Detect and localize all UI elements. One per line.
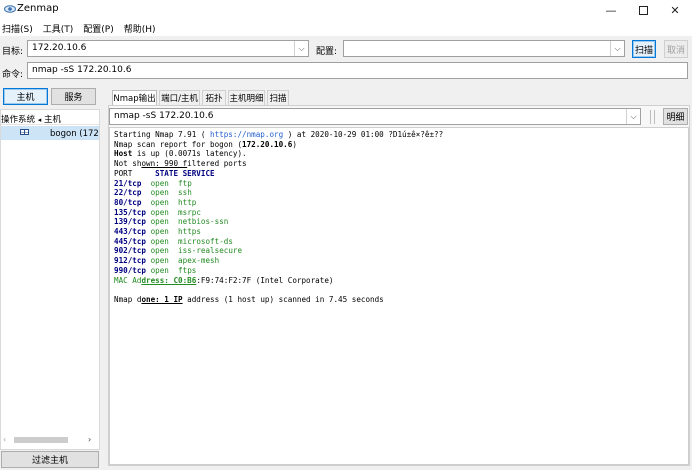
header-divider (1, 124, 99, 125)
profile-combo[interactable]: ⌵ (343, 40, 625, 57)
chevron-down-icon[interactable]: ⌵ (294, 41, 308, 56)
nmap-link[interactable]: https://nmap.org (210, 130, 283, 139)
chevron-down-icon[interactable]: ⌵ (610, 41, 624, 56)
output-line: MAC Address: C0:B6:F9:74:F2:7F (Intel Co… (114, 275, 334, 285)
cancel-button[interactable]: 取消 (664, 40, 688, 58)
port-row: 443/tcp open https (114, 227, 201, 237)
scan-button[interactable]: 扫描 (632, 40, 656, 58)
host-list-panel (0, 109, 100, 450)
command-value: nmap -sS 172.20.10.6 (32, 65, 132, 75)
maximize-icon (638, 5, 648, 15)
chevron-down-icon[interactable]: ⌵ (626, 109, 640, 124)
tab-topology[interactable]: 拓扑 (202, 90, 226, 105)
port-row: 22/tcp open ssh (114, 188, 192, 198)
services-button[interactable]: 服务 (51, 88, 96, 105)
output-line: Nmap scan report for bogon (172.20.10.6) (114, 139, 297, 149)
output-line: Host is up (0.0071s latency). (114, 149, 247, 159)
output-line: Starting Nmap 7.91 ( https://nmap.org ) … (114, 130, 444, 139)
tab-host-details[interactable]: 主机明细 (228, 90, 265, 105)
host-list-scrollbar[interactable]: ‹ › (2, 434, 98, 447)
title-bar (0, 0, 692, 20)
profile-label: 配置: (316, 47, 338, 57)
details-button[interactable]: 明细 (663, 108, 688, 125)
zenmap-eye-icon (4, 4, 16, 14)
port-row: 912/tcp open apex-mesh (114, 256, 220, 266)
menu-help[interactable]: 帮助(H) (124, 22, 156, 35)
port-row: 80/tcp open http (114, 197, 197, 207)
host-entry-label[interactable]: bogon (172 (50, 129, 99, 139)
tab-nmap-output[interactable]: Nmap输出 (112, 90, 157, 105)
scroll-right-icon[interactable]: › (88, 435, 91, 444)
close-icon: ✕ (670, 3, 680, 17)
tab-ports-hosts[interactable]: 端口/主机 (159, 90, 200, 105)
menu-tools[interactable]: 工具(T) (43, 22, 74, 35)
target-combo[interactable]: 172.20.10.6 ⌵ (27, 40, 309, 57)
output-line: Nmap done: 1 IP address (1 host up) scan… (114, 294, 384, 304)
hosts-button[interactable]: 主机 (3, 88, 48, 105)
scroll-left-icon[interactable]: ‹ (3, 435, 6, 444)
separator-handle (650, 110, 655, 124)
minimize-button[interactable]: — (596, 0, 626, 20)
port-row: 135/tcp open msrpc (114, 207, 201, 217)
output-command-value: nmap -sS 172.20.10.6 (114, 111, 214, 121)
port-row: 990/tcp open ftps (114, 265, 197, 275)
output-command-select[interactable]: nmap -sS 172.20.10.6 ⌵ (109, 108, 641, 125)
menu-profile[interactable]: 配置(P) (83, 22, 113, 35)
target-label: 目标: (2, 47, 24, 57)
port-row: 445/tcp open microsoft-ds (114, 236, 233, 246)
nmap-output-text[interactable]: Starting Nmap 7.91 ( https://nmap.org ) … (109, 127, 689, 465)
port-row: 139/tcp open netbios-ssn (114, 217, 229, 227)
window-title: Zenmap (17, 3, 59, 14)
menu-bar: 扫描(S) 工具(T) 配置(P) 帮助(H) (0, 20, 692, 36)
port-row: 21/tcp open ftp (114, 178, 192, 188)
sort-left-icon: ◂ (37, 116, 42, 124)
command-field[interactable]: nmap -sS 172.20.10.6 (27, 62, 688, 79)
command-label: 命令: (2, 70, 24, 80)
port-row: 902/tcp open iss-realsecure (114, 246, 243, 256)
scroll-thumb[interactable] (14, 437, 68, 443)
windows-os-icon (20, 129, 29, 136)
filter-hosts-button[interactable]: 过滤主机 (1, 451, 99, 468)
maximize-button[interactable] (628, 0, 658, 20)
close-button[interactable]: ✕ (660, 0, 690, 20)
menu-scan[interactable]: 扫描(S) (2, 22, 33, 35)
minimize-icon: — (605, 3, 617, 17)
target-value: 172.20.10.6 (32, 43, 87, 53)
tab-scans[interactable]: 扫描 (267, 90, 289, 105)
output-line: Not shown: 990 filtered ports (114, 159, 247, 169)
port-header: PORT STATE SERVICE (114, 168, 215, 178)
